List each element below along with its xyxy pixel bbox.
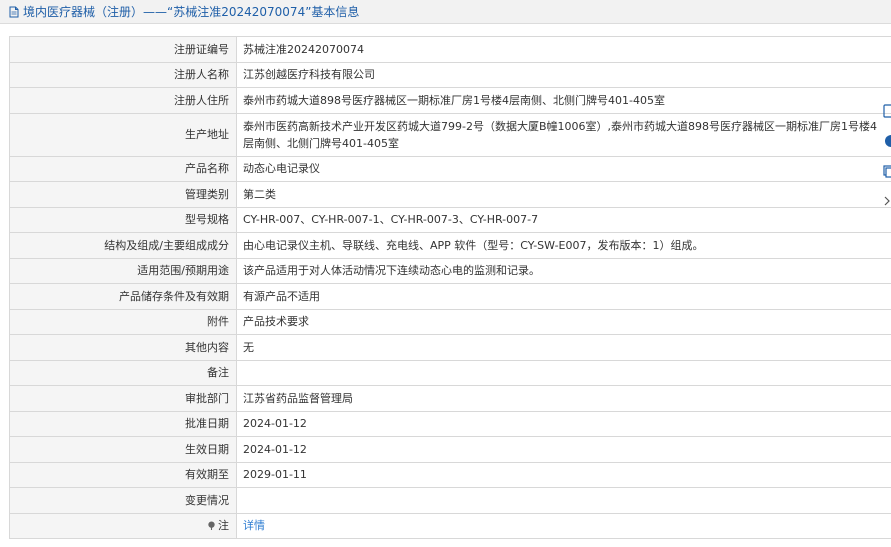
pin-icon [208, 521, 215, 531]
row-value: 有源产品不适用 [236, 283, 891, 310]
table-row: 备注 [9, 359, 891, 386]
row-value: 2024-01-12 [236, 436, 891, 463]
side-tool-info[interactable] [879, 126, 891, 156]
document-icon [9, 6, 19, 17]
row-value: 2024-01-12 [236, 410, 891, 437]
edit-icon [883, 104, 891, 118]
row-value: CY-HR-007、CY-HR-007-1、CY-HR-007-3、CY-HR-… [236, 206, 891, 233]
table-row-note: 注 详情 [9, 512, 891, 539]
table-row: 产品储存条件及有效期 有源产品不适用 [9, 283, 891, 310]
table-row: 附件 产品技术要求 [9, 308, 891, 335]
side-tool-edit[interactable] [879, 96, 891, 126]
page-title: 境内医疗器械（注册）——“苏械注准20242070074”基本信息 [23, 5, 360, 19]
row-label: 有效期至 [9, 461, 237, 488]
note-label: 注 [218, 519, 229, 533]
chevron-right-icon [884, 196, 890, 206]
row-value: 2029-01-11 [236, 461, 891, 488]
row-label: 产品储存条件及有效期 [9, 283, 237, 310]
row-label: 附件 [9, 308, 237, 335]
row-label: 审批部门 [9, 385, 237, 412]
row-label: 管理类别 [9, 181, 237, 208]
table-row: 批准日期 2024-01-12 [9, 410, 891, 437]
row-label: 型号规格 [9, 206, 237, 233]
row-value: 产品技术要求 [236, 308, 891, 335]
table-row: 生效日期 2024-01-12 [9, 436, 891, 463]
table-row: 结构及组成/主要组成成分 由心电记录仪主机、导联线、充电线、APP 软件（型号：C… [9, 232, 891, 259]
row-value: 泰州市药城大道898号医疗器械区一期标准厂房1号楼4层南侧、北侧门牌号401-4… [236, 87, 891, 114]
row-label: 备注 [9, 359, 237, 386]
row-value: 由心电记录仪主机、导联线、充电线、APP 软件（型号：CY-SW-E007，发布… [236, 232, 891, 259]
info-table: 注册证编号 苏械注准20242070074 注册人名称 江苏创越医疗科技有限公司 注册人… [9, 36, 891, 539]
table-row: 变更情况 [9, 487, 891, 514]
row-label: 注册证编号 [9, 36, 237, 63]
row-value: 无 [236, 334, 891, 361]
row-label: 注册人住所 [9, 87, 237, 114]
row-label: 注册人名称 [9, 61, 237, 88]
table-row: 产品名称 动态心电记录仪 [9, 155, 891, 182]
row-value [236, 359, 891, 386]
row-label: 产品名称 [9, 155, 237, 182]
row-value [236, 487, 891, 514]
row-label: 变更情况 [9, 487, 237, 514]
side-toolbar [879, 96, 891, 216]
page-header: 境内医疗器械（注册）——“苏械注准20242070074”基本信息 [0, 0, 891, 24]
table-row: 注册人名称 江苏创越医疗科技有限公司 [9, 61, 891, 88]
side-tool-expand[interactable] [879, 186, 891, 216]
table-row: 注册证编号 苏械注准20242070074 [9, 36, 891, 63]
info-icon [885, 135, 891, 147]
row-value: 动态心电记录仪 [236, 155, 891, 182]
row-label: 结构及组成/主要组成成分 [9, 232, 237, 259]
row-value: 泰州市医药高新技术产业开发区药城大道799-2号（数据大厦B幢1006室）,泰州… [236, 112, 891, 157]
table-row: 注册人住所 泰州市药城大道898号医疗器械区一期标准厂房1号楼4层南侧、北侧门牌号… [9, 87, 891, 114]
info-table-body: 注册证编号 苏械注准20242070074 注册人名称 江苏创越医疗科技有限公司 注册人… [9, 36, 891, 539]
side-tool-copy[interactable] [879, 156, 891, 186]
row-label: 批准日期 [9, 410, 237, 437]
row-label: 生产地址 [9, 112, 237, 157]
table-row: 有效期至 2029-01-11 [9, 461, 891, 488]
row-label: 适用范围/预期用途 [9, 257, 237, 284]
table-row: 管理类别 第二类 [9, 181, 891, 208]
details-link[interactable]: 详情 [243, 519, 265, 532]
copy-icon [883, 165, 891, 178]
table-row: 生产地址 泰州市医药高新技术产业开发区药城大道799-2号（数据大厦B幢1006室… [9, 112, 891, 157]
row-value: 第二类 [236, 181, 891, 208]
row-value: 江苏省药品监督管理局 [236, 385, 891, 412]
table-row: 适用范围/预期用途 该产品适用于对人体活动情况下连续动态心电的监测和记录。 [9, 257, 891, 284]
row-value: 苏械注准20242070074 [236, 36, 891, 63]
row-value: 江苏创越医疗科技有限公司 [236, 61, 891, 88]
row-value: 该产品适用于对人体活动情况下连续动态心电的监测和记录。 [236, 257, 891, 284]
table-row: 型号规格 CY-HR-007、CY-HR-007-1、CY-HR-007-3、CY… [9, 206, 891, 233]
row-label-note: 注 [9, 512, 237, 539]
table-row: 审批部门 江苏省药品监督管理局 [9, 385, 891, 412]
row-label: 生效日期 [9, 436, 237, 463]
row-label: 其他内容 [9, 334, 237, 361]
row-value-note: 详情 [236, 512, 891, 539]
table-row: 其他内容无 [9, 334, 891, 361]
